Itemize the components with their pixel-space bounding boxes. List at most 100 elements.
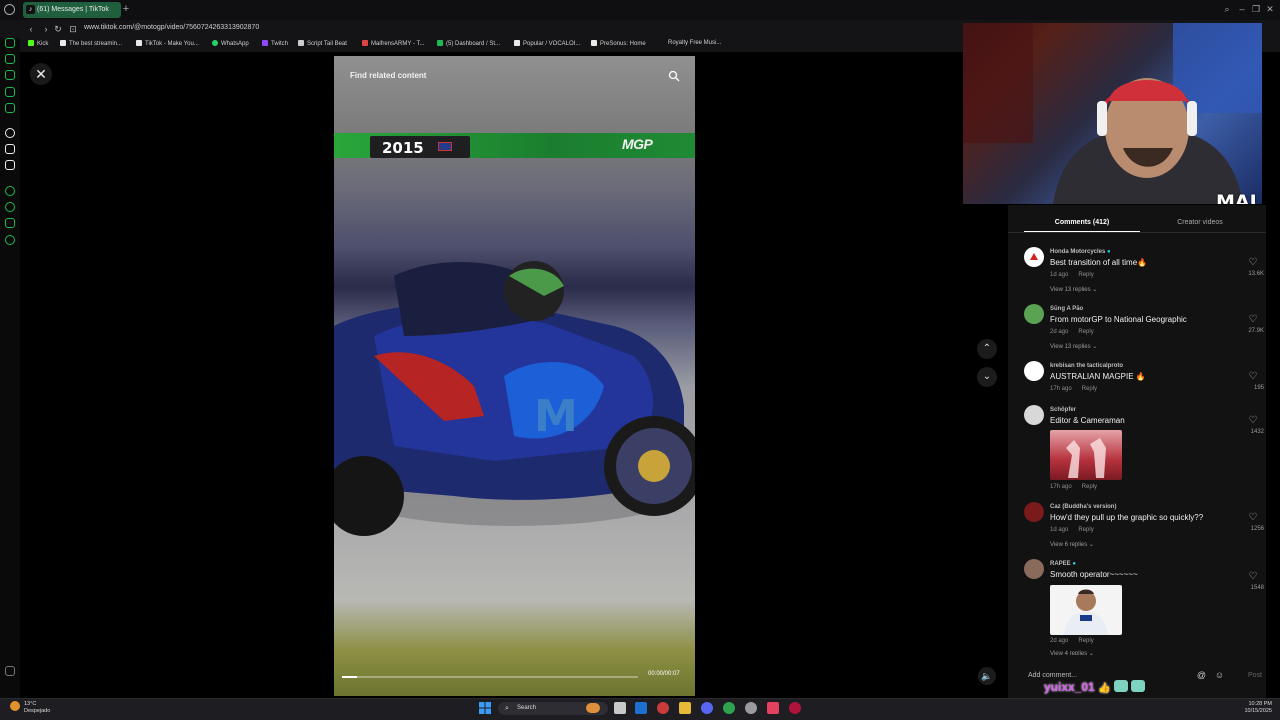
bookmark-presonus[interactable]: PreSonus: Home	[591, 40, 646, 47]
settings-icon[interactable]	[5, 235, 15, 245]
avatar[interactable]	[1024, 405, 1044, 425]
opera-menu-icon[interactable]	[4, 4, 15, 15]
bookmark-vocaloid[interactable]: Popular / VOCALOI...	[514, 40, 580, 47]
bookmark-icon	[60, 40, 66, 46]
avatar[interactable]	[1024, 559, 1044, 579]
script-icon	[298, 40, 304, 46]
video-progress-bar[interactable]	[342, 676, 638, 678]
sidebar-app-icon[interactable]	[5, 38, 15, 48]
settings-icon[interactable]	[745, 702, 757, 714]
taskbar-clock[interactable]: 10:28 PM 10/15/2025	[1232, 701, 1272, 715]
emoji-icon[interactable]: ☺	[1214, 670, 1225, 681]
url-field[interactable]: www.tiktok.com/@motogp/video/75607242633…	[84, 24, 259, 31]
chevron-down-icon: ⌄	[982, 371, 992, 382]
bookmark-twitch[interactable]: Twitch	[262, 40, 288, 47]
task-view-icon[interactable]	[614, 702, 626, 714]
avatar[interactable]	[1024, 361, 1044, 381]
comment-username[interactable]: Schöpfer	[1050, 407, 1076, 413]
file-explorer-icon[interactable]	[679, 702, 691, 714]
comment-username[interactable]: Caz (Buddha's version)	[1050, 504, 1116, 510]
opera-icon[interactable]	[657, 702, 669, 714]
add-comment-input[interactable]: Add comment...	[1028, 672, 1077, 679]
sidebar-app-icon[interactable]	[5, 87, 15, 97]
chrome-icon[interactable]	[723, 702, 735, 714]
comment-username[interactable]: Honda Motorcycles ●	[1050, 249, 1111, 255]
heart-icon[interactable]: ♡	[1247, 415, 1259, 427]
next-video-button[interactable]: ⌄	[977, 367, 997, 387]
bookmark-kick[interactable]: Kick	[28, 40, 48, 47]
close-icon: ✕	[35, 66, 47, 82]
comment-image[interactable]	[1050, 585, 1122, 635]
view-replies-button[interactable]: View 4 replies ⌄	[1050, 650, 1094, 655]
search-icon[interactable]	[668, 70, 680, 82]
sidebar-x-icon[interactable]	[5, 160, 15, 170]
bookmark-streaming[interactable]: The best streamin...	[60, 40, 122, 47]
bookmark-script[interactable]: Script Tail Beat	[298, 40, 347, 47]
reload-icon[interactable]: ↻	[52, 23, 64, 35]
video-player[interactable]: 2015 MGP Find related content M 00:00/00…	[334, 56, 695, 696]
comment-username[interactable]: Sūng A Pão	[1050, 306, 1083, 312]
sidebar-app-icon[interactable]	[5, 54, 15, 64]
tab-comments[interactable]: Comments (412)	[1024, 219, 1140, 226]
bookmark-tiktok[interactable]: TikTok - Make You...	[136, 40, 199, 47]
back-icon[interactable]: ‹	[25, 23, 37, 35]
sidebar-app-icon[interactable]	[5, 70, 15, 80]
windows-start-icon[interactable]	[479, 702, 491, 714]
bookmark-maifrens[interactable]: MaifrensARMY - T...	[362, 40, 424, 47]
sidebar-app-icon[interactable]	[5, 218, 15, 228]
reply-button[interactable]: Reply	[1078, 329, 1093, 335]
bookmark-whatsapp[interactable]: WhatsApp	[212, 40, 249, 47]
reply-button[interactable]: Reply	[1082, 484, 1097, 490]
maximize-icon[interactable]: ❐	[1250, 3, 1262, 15]
browser-tab-bar	[0, 0, 1280, 20]
post-button[interactable]: Post	[1248, 672, 1262, 679]
forward-icon[interactable]: ›	[40, 23, 52, 35]
weather-widget[interactable]: 13°C Despejado	[24, 701, 50, 715]
mention-icon[interactable]: @	[1196, 670, 1207, 681]
heart-icon[interactable]: ♡	[1247, 314, 1259, 326]
heart-icon[interactable]: ♡	[1247, 257, 1259, 269]
view-replies-button[interactable]: View 6 replies ⌄	[1050, 541, 1094, 548]
reply-button[interactable]: Reply	[1082, 386, 1097, 392]
history-icon[interactable]	[5, 202, 15, 212]
avatar[interactable]	[1024, 304, 1044, 324]
tab-creator-videos[interactable]: Creator videos	[1150, 219, 1250, 226]
sidebar-tiktok-icon[interactable]	[5, 144, 15, 154]
comment-username[interactable]: krebisan the tacticalproto	[1050, 363, 1123, 369]
close-video-button[interactable]: ✕	[30, 63, 52, 85]
new-tab-button[interactable]: +	[121, 3, 131, 15]
heart-icon[interactable]: ♡	[1247, 371, 1259, 383]
sidebar-app-icon[interactable]	[5, 103, 15, 113]
reply-button[interactable]: Reply	[1078, 638, 1093, 644]
reply-button[interactable]: Reply	[1078, 527, 1093, 533]
avatar[interactable]	[1024, 502, 1044, 522]
search-highlight-icon[interactable]	[586, 703, 600, 713]
view-replies-button[interactable]: View 13 replies ⌄	[1050, 343, 1097, 350]
comment-image[interactable]	[1050, 430, 1122, 480]
bookmark-dashboard[interactable]: (5) Dashboard / St...	[437, 40, 500, 47]
verified-icon: ●	[1072, 561, 1076, 567]
weather-icon[interactable]	[10, 701, 20, 711]
comment-username[interactable]: RAPEE ●	[1050, 561, 1076, 567]
heart-icon[interactable]: ♡	[1247, 571, 1259, 583]
minimize-icon[interactable]: –	[1236, 3, 1248, 15]
view-replies-button[interactable]: View 13 replies ⌄	[1050, 286, 1097, 293]
sidebar-app-icon[interactable]	[5, 128, 15, 138]
more-icon[interactable]	[5, 666, 15, 676]
close-window-icon[interactable]: ✕	[1264, 3, 1276, 15]
previous-video-button[interactable]: ⌃	[977, 339, 997, 359]
bookmark-royalty-free[interactable]: Royalty Free Musi...	[668, 40, 721, 46]
avatar[interactable]	[1024, 247, 1044, 267]
reply-button[interactable]: Reply	[1078, 272, 1093, 278]
heart-icon[interactable]: ♡	[1247, 512, 1259, 524]
discord-icon[interactable]	[701, 702, 713, 714]
browser-tab[interactable]: ♪ (61) Messages | TikTok	[23, 2, 121, 18]
search-tabs-icon[interactable]: ⌕	[1221, 3, 1233, 15]
volume-button[interactable]: 🔈	[978, 667, 996, 685]
opera-gx-icon[interactable]	[789, 702, 801, 714]
music-app-icon[interactable]	[767, 702, 779, 714]
outlook-icon[interactable]	[635, 702, 647, 714]
sidebar-app-icon[interactable]	[5, 186, 15, 196]
thumbs-up-icon: 👍	[1098, 683, 1111, 694]
find-related-content[interactable]: Find related content	[350, 71, 426, 80]
